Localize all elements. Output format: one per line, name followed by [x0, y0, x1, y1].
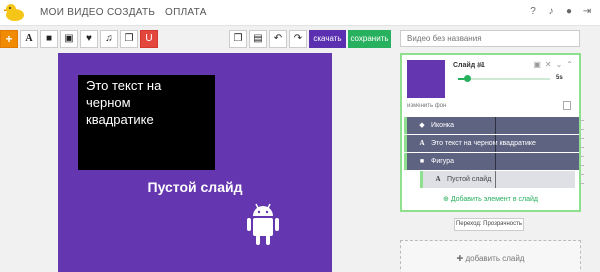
chevron-down-icon[interactable]: ⌄	[556, 60, 563, 69]
layer-item[interactable]: A Это текст на черном квадратике	[404, 135, 579, 152]
layer-label: Это текст на черном квадратике	[431, 140, 536, 147]
nav-create[interactable]: СОЗДАТЬ	[107, 7, 155, 18]
add-slide-label: добавить слайд	[465, 254, 525, 263]
settings-icon[interactable]: ▣	[533, 60, 541, 69]
drag-handle-icon[interactable]	[580, 156, 584, 166]
layer-divider	[495, 117, 496, 134]
nav-my-videos[interactable]: МОИ ВИДЕО	[40, 7, 104, 18]
nav-payment[interactable]: ОПЛАТА	[165, 7, 207, 18]
bell-icon[interactable]: ♪	[544, 5, 558, 19]
layer-divider	[495, 135, 496, 152]
drag-handle-icon[interactable]	[580, 138, 584, 148]
layer-label: Иконка	[431, 122, 455, 129]
heart-icon[interactable]: ♥	[80, 30, 98, 48]
star-icon: ◆	[419, 122, 425, 129]
slide-thumbnail[interactable]	[407, 60, 445, 98]
paste-icon[interactable]: ▤	[249, 30, 267, 48]
add-element-button[interactable]: ⊕ Добавить элемент в слайд	[402, 195, 579, 203]
layer-item[interactable]: ■ Фигура	[404, 153, 579, 170]
chevron-up-icon[interactable]: ⌃	[566, 60, 573, 69]
logout-icon[interactable]: ⇥	[580, 5, 594, 19]
add-slide-button[interactable]: ✚ добавить слайд	[400, 240, 581, 272]
text-icon: A	[419, 139, 425, 147]
drag-handle-icon[interactable]	[580, 120, 584, 130]
duck-logo-icon[interactable]	[4, 1, 26, 23]
text-icon: A	[435, 175, 441, 183]
video-title-input[interactable]	[400, 30, 580, 47]
layer-divider	[495, 171, 496, 188]
add-text-button[interactable]: A	[20, 30, 38, 48]
user-icon[interactable]: ●	[562, 5, 576, 19]
transition-button[interactable]: Переход: Прозрачность	[454, 218, 524, 231]
duration-value: 5s	[556, 75, 563, 81]
copy-icon[interactable]: ❐	[229, 30, 247, 48]
plus-circle-icon: ⊕	[443, 196, 451, 203]
square-icon: ■	[419, 158, 425, 165]
change-background-link[interactable]: изменить фон	[407, 103, 446, 109]
image-icon[interactable]: ▣	[60, 30, 78, 48]
help-icon[interactable]: ?	[526, 5, 540, 19]
slide-panel: Слайд #1 ▶ ▣ ✕ ⌄ ⌃ 5s изменить фон ◆ Икон…	[400, 53, 584, 212]
undo-icon[interactable]: ↶	[269, 30, 287, 48]
magnet-icon[interactable]: U	[140, 30, 158, 48]
save-button[interactable]: сохранить	[348, 30, 391, 48]
add-button[interactable]: +	[0, 30, 18, 48]
duration-slider[interactable]	[458, 75, 550, 82]
layer-label: Пустой слайд	[447, 176, 492, 183]
black-box-text[interactable]: Это текст на черном квадратике	[86, 77, 196, 128]
layer-label: Фигура	[431, 158, 454, 165]
drag-handle-icon[interactable]	[580, 174, 584, 184]
music-icon[interactable]: ♫	[100, 30, 118, 48]
add-element-label: Добавить элемент в слайд	[450, 196, 538, 203]
layer-divider	[495, 153, 496, 170]
top-nav: МОИ ВИДЕО СОЗДАТЬ ОПЛАТА ? ♪ ● ⇥	[0, 0, 600, 26]
download-button[interactable]: скачать	[309, 30, 346, 48]
copy-slide-icon[interactable]	[563, 101, 571, 110]
android-icon[interactable]	[244, 200, 282, 248]
layer-item[interactable]: ◆ Иконка	[404, 117, 579, 134]
layer-item-active[interactable]: A Пустой слайд	[420, 171, 575, 188]
play-icon[interactable]: ▶	[478, 61, 483, 69]
square-icon[interactable]: ■	[40, 30, 58, 48]
duplicate-icon[interactable]: ❐	[120, 30, 138, 48]
duration-slider-knob[interactable]	[464, 75, 472, 82]
close-icon[interactable]: ✕	[545, 60, 552, 69]
redo-icon[interactable]: ↷	[289, 30, 307, 48]
slide-title-text[interactable]: Пустой слайд	[58, 179, 332, 195]
slide-canvas[interactable]: Это текст на черном квадратике Пустой сл…	[58, 53, 332, 272]
